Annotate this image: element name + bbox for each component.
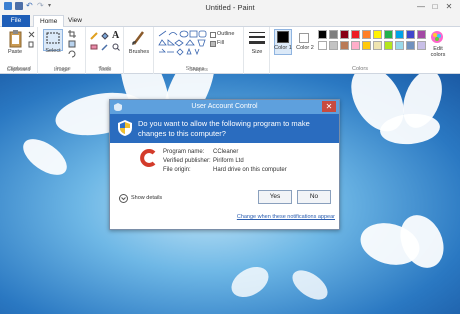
edit-colors-icon[interactable]	[430, 30, 444, 44]
magnifier-icon[interactable]	[112, 43, 120, 51]
color1-swatch	[277, 31, 289, 43]
palette-swatch[interactable]	[362, 30, 371, 39]
rotate-icon[interactable]	[68, 50, 76, 58]
palette-swatch[interactable]	[351, 41, 360, 50]
size-button[interactable]: Size	[244, 49, 270, 55]
palette-swatch[interactable]	[373, 41, 382, 50]
brushes-button[interactable]: Brushes	[124, 49, 154, 55]
window-titlebar: ↶ ↷ ▾ Untitled - Paint — □ ✕	[0, 0, 460, 15]
file-origin-value: Hard drive on this computer	[213, 167, 287, 173]
select-icon	[46, 32, 60, 44]
publisher-value: Piriform Ltd	[213, 158, 244, 164]
tab-view[interactable]: View	[62, 15, 88, 27]
label-image: Image	[55, 66, 71, 72]
fill-icon[interactable]	[210, 41, 216, 47]
outline-dropdown[interactable]: Outline	[217, 31, 234, 37]
fill-dropdown[interactable]: Fill	[217, 40, 224, 46]
palette-swatch[interactable]	[406, 30, 415, 39]
program-name-label: Program name:	[163, 149, 205, 155]
group-size: Size	[244, 27, 270, 74]
palette-swatch[interactable]	[417, 30, 426, 39]
uac-dialog: User Account Control ✕ Do you want to al…	[109, 99, 340, 230]
flower-petal	[287, 264, 333, 306]
paste-icon[interactable]	[9, 30, 23, 48]
uac-question: Do you want to allow the following progr…	[138, 119, 310, 138]
fill-bucket-icon[interactable]	[101, 32, 109, 40]
color2-button[interactable]: Color 2	[294, 45, 316, 51]
program-name-value: CCleaner	[213, 149, 239, 155]
color2-swatch	[299, 33, 309, 43]
palette-swatch[interactable]	[384, 41, 393, 50]
eraser-icon[interactable]	[90, 43, 98, 51]
publisher-label: Verified publisher:	[163, 158, 211, 164]
window-title: Untitled - Paint	[205, 3, 255, 12]
select-button[interactable]: Select	[41, 48, 65, 54]
outline-icon[interactable]	[210, 32, 216, 38]
uac-close-button[interactable]: ✕	[322, 101, 336, 112]
label-colors: Colors	[352, 66, 368, 72]
palette-swatch[interactable]	[417, 41, 426, 50]
label-clipboard: Clipboard	[7, 66, 31, 72]
maximize-button[interactable]: □	[428, 1, 442, 12]
uac-shield-icon	[118, 120, 132, 136]
palette-swatch[interactable]	[351, 30, 360, 39]
cut-icon[interactable]	[28, 31, 35, 38]
label-tools: Tools	[98, 66, 112, 72]
ccleaner-logo-icon	[140, 149, 156, 167]
tab-file[interactable]: File	[2, 15, 30, 27]
size-icon[interactable]	[249, 31, 265, 45]
palette-swatch[interactable]	[395, 41, 404, 50]
yes-button[interactable]: Yes	[258, 190, 292, 204]
pencil-icon[interactable]	[90, 32, 98, 40]
ribbon: Paste Clipboard Select Image A Tools Bru…	[0, 27, 460, 74]
show-details-chevron-icon[interactable]	[119, 194, 128, 203]
palette-swatch[interactable]	[406, 41, 415, 50]
palette-swatch[interactable]	[329, 30, 338, 39]
paste-button[interactable]: Paste	[4, 49, 26, 55]
uac-titlebar: User Account Control ✕	[110, 100, 339, 114]
color1-button[interactable]: Color 1	[272, 45, 294, 51]
color-picker-icon[interactable]	[101, 43, 109, 51]
palette-swatch[interactable]	[362, 41, 371, 50]
uac-header: Do you want to allow the following progr…	[110, 114, 339, 143]
palette-swatch[interactable]	[340, 30, 349, 39]
palette-swatch[interactable]	[329, 41, 338, 50]
uac-title: User Account Control	[191, 103, 258, 110]
crop-icon[interactable]	[68, 30, 76, 38]
flower-petal	[226, 260, 274, 304]
resize-icon[interactable]	[68, 40, 76, 48]
edit-colors-button[interactable]: Edit colors	[426, 46, 450, 58]
palette-swatch[interactable]	[373, 30, 382, 39]
brushes-icon[interactable]	[131, 29, 147, 47]
no-button[interactable]: No	[297, 190, 331, 204]
label-shapes: Shapes	[185, 66, 205, 72]
palette-swatch[interactable]	[340, 41, 349, 50]
palette-swatch[interactable]	[384, 30, 393, 39]
ribbon-tabs: File Home View	[0, 15, 460, 28]
change-notifications-link[interactable]: Change when these notifications appear	[237, 214, 335, 220]
palette-swatch[interactable]	[318, 30, 327, 39]
group-brushes: Brushes	[124, 27, 154, 74]
text-tool-icon[interactable]: A	[112, 30, 119, 41]
palette-swatch[interactable]	[395, 30, 404, 39]
minimize-button[interactable]: —	[414, 1, 428, 12]
show-details-link[interactable]: Show details	[131, 195, 162, 201]
file-origin-label: File origin:	[163, 167, 191, 173]
copy-icon[interactable]	[28, 41, 35, 48]
palette-swatch[interactable]	[318, 41, 327, 50]
flower-petal	[17, 132, 73, 182]
close-button[interactable]: ✕	[442, 1, 456, 12]
shapes-gallery[interactable]	[157, 30, 207, 58]
flower-petal	[392, 208, 452, 275]
